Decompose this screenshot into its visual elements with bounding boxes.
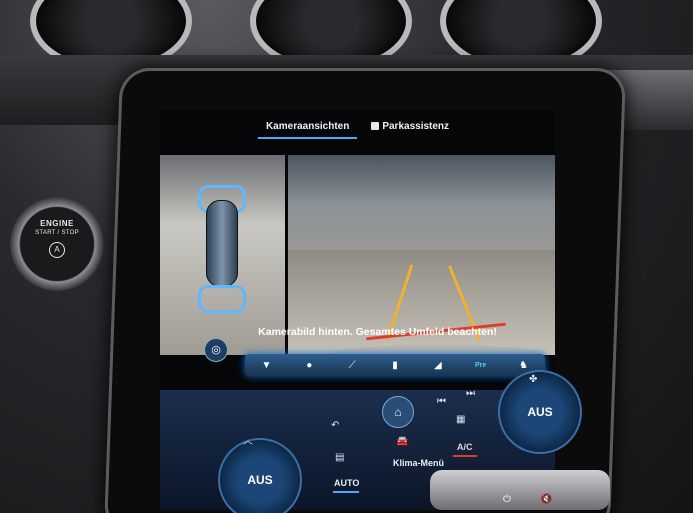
view-person-icon[interactable]: ● [299,360,319,371]
next-track-icon[interactable]: ⏭ [466,388,475,399]
chevron-up-icon[interactable]: ︿ [243,432,253,447]
ac-button[interactable]: A/C [457,442,473,452]
mute-icon[interactable]: 🔇 [540,494,552,505]
garage-floor [288,250,555,355]
tab-kameraansichten[interactable]: Kameraansichten [257,119,358,139]
start-stop-label: START / STOP [35,230,79,236]
parking-icon [371,121,380,130]
rear-defrost-icon[interactable]: ▦ [456,414,465,425]
infotainment-screen: Kameraansichten Parkassistenz ◎ Kamerabi… [160,110,555,510]
climate-dial-right[interactable]: AUS [498,370,582,454]
view-side-icon[interactable]: ⟋ [342,360,362,371]
tab-parkassistenz[interactable]: Parkassistenz [367,119,453,134]
view-car-side-icon[interactable]: ▮ [385,360,405,371]
car-interior: ENGINE START / STOP A Kameraansichten Pa… [0,0,693,513]
power-icon[interactable]: ⏻ [503,494,511,505]
fan-icon[interactable]: ✤ [529,374,537,385]
tab-parkassistenz-label: Parkassistenz [382,120,450,132]
screen-tabs: Kameraansichten Parkassistenz [160,110,555,142]
klima-menu-button[interactable]: Klima-Menü [393,458,444,468]
back-icon[interactable]: ↶ [331,420,339,431]
view-rear-icon[interactable]: ▼ [256,360,276,371]
car-icon[interactable]: 🚘 [396,436,408,447]
rear-guide-line [198,285,246,313]
view-trailer-icon[interactable]: ♞ [513,360,533,371]
car-top-icon [206,200,238,287]
camera-views [160,155,555,355]
camera-view-selector: ▼ ● ⟋ ▮ ◢ Pre ♞ [245,354,545,376]
hardware-button-strip [430,470,610,510]
view-pre-icon[interactable]: Pre [471,362,491,369]
camera-switch-icon[interactable]: ◎ [204,338,228,362]
ac-indicator [453,455,477,457]
auto-indicator [333,491,359,493]
auto-stop-icon: A [49,242,65,258]
front-defrost-icon[interactable]: ▤ [335,452,344,463]
engine-label: ENGINE [40,219,74,228]
engine-start-stop-button[interactable]: ENGINE START / STOP A [10,197,104,291]
previous-track-icon[interactable]: ⏮ [437,396,446,407]
camera-message: Kamerabild hinten. Gesamtes Umfeld beach… [258,326,497,338]
home-button[interactable]: ⌂ [382,396,414,428]
view-car-icon[interactable]: ◢ [428,360,448,371]
rear-camera-view[interactable] [288,155,555,355]
top-view-camera[interactable] [160,155,285,355]
auto-button[interactable]: AUTO [334,478,359,488]
climate-dial-left[interactable]: AUS [218,438,302,513]
